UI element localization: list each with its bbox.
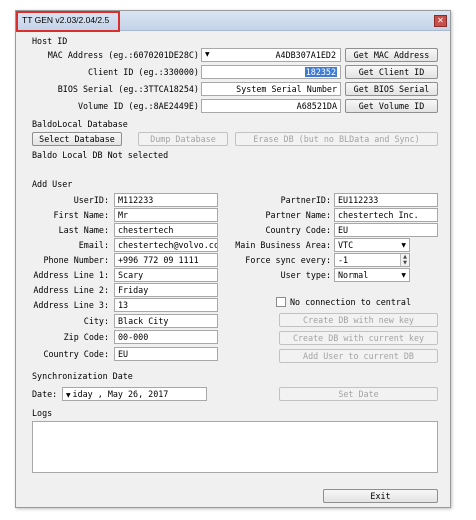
force-sync-field[interactable]: -1 ▲ ▼: [334, 253, 410, 267]
partnerid-label: PartnerID:: [280, 195, 331, 205]
userid-label: UserID:: [73, 195, 109, 205]
client-id-label: Client ID (eg.:330000):: [88, 67, 204, 77]
create-db-current-key-button[interactable]: Create DB with current key: [279, 331, 438, 345]
user-type-label: User type:: [280, 270, 331, 280]
main-business-area-label: Main Business Area:: [235, 240, 331, 250]
mac-address-value: A4DB307A1ED2: [275, 50, 336, 60]
get-volume-id-button[interactable]: Get Volume ID: [345, 99, 438, 113]
create-db-new-key-button[interactable]: Create DB with new key: [279, 313, 438, 327]
force-sync-value: -1: [338, 255, 349, 265]
address-line-2-field[interactable]: Friday: [114, 283, 218, 297]
partner-name-field[interactable]: chestertech Inc.: [334, 208, 438, 222]
partnerid-field[interactable]: EU112233: [334, 193, 438, 207]
get-mac-address-button[interactable]: Get MAC Address: [345, 48, 438, 62]
title-highlight-box: [16, 11, 120, 32]
first-name-field[interactable]: Mr: [114, 208, 218, 222]
date-label: Date:: [32, 389, 58, 399]
sync-section-title: Synchronization Date: [32, 371, 133, 381]
bios-serial-label: BIOS Serial (eg.:3TTCA18254):: [57, 84, 204, 94]
main-business-area-select[interactable]: VTC ▼: [334, 238, 410, 252]
mac-address-combo[interactable]: ▼ A4DB307A1ED2: [201, 48, 341, 62]
address-line-3-label: Address Line 3:: [33, 300, 109, 310]
last-name-field[interactable]: chestertech: [114, 223, 218, 237]
spin-arrows-icon[interactable]: ▲ ▼: [400, 254, 409, 266]
partner-name-label: Partner Name:: [265, 210, 331, 220]
first-name-label: First Name:: [53, 210, 109, 220]
no-connection-checkbox[interactable]: [276, 297, 286, 307]
volume-id-label: Volume ID (eg.:8AE2449E):: [77, 101, 204, 111]
client-id-field[interactable]: 182352: [201, 65, 341, 79]
chevron-down-icon: ▼: [401, 242, 406, 249]
baldo-status-text: Baldo Local DB Not selected: [32, 150, 169, 160]
chevron-down-icon: ▼: [401, 272, 406, 279]
phone-label: Phone Number:: [43, 255, 109, 265]
partner-country-code-label: Country Code:: [265, 225, 331, 235]
dump-database-button[interactable]: Dump Database: [138, 132, 228, 146]
partner-country-code-field[interactable]: EU: [334, 223, 438, 237]
user-type-select[interactable]: Normal ▼: [334, 268, 410, 282]
country-code-label: Country Code:: [43, 349, 109, 359]
mac-address-label: MAC Address (eg.:6070201DE28C):: [47, 50, 204, 60]
erase-db-button[interactable]: Erase DB (but no BLData and Sync): [235, 132, 438, 146]
volume-id-field[interactable]: A68521DA: [201, 99, 341, 113]
country-code-field[interactable]: EU: [114, 347, 218, 361]
zip-code-field[interactable]: 00-000: [114, 330, 218, 344]
close-icon[interactable]: ✕: [434, 15, 447, 27]
title-bar[interactable]: TT GEN v2.03/2.04/2.5 ✕: [16, 11, 450, 32]
city-label: City:: [83, 316, 109, 326]
last-name-label: Last Name:: [58, 225, 109, 235]
baldo-section-title: BaldoLocal Database: [32, 119, 128, 129]
force-sync-label: Force sync every:: [245, 255, 331, 265]
set-date-button[interactable]: Set Date: [279, 387, 438, 401]
address-line-2-label: Address Line 2:: [33, 285, 109, 295]
logs-textarea[interactable]: [32, 421, 438, 473]
address-line-3-field[interactable]: 13: [114, 298, 218, 312]
zip-code-label: Zip Code:: [63, 332, 109, 342]
host-id-section-title: Host ID: [32, 36, 68, 46]
date-value: iday , May 26, 2017: [72, 389, 169, 399]
email-field[interactable]: chestertech@volvo.cc: [114, 238, 218, 252]
userid-field[interactable]: M112233: [114, 193, 218, 207]
get-bios-serial-button[interactable]: Get BIOS Serial: [345, 82, 438, 96]
user-type-value: Normal: [338, 270, 369, 280]
bios-serial-field[interactable]: System Serial Number: [201, 82, 341, 96]
main-business-area-value: VTC: [338, 240, 354, 250]
combo-arrow-icon: ▼: [205, 51, 210, 58]
add-user-to-db-button[interactable]: Add User to current DB: [279, 349, 438, 363]
phone-field[interactable]: +996 772 09 1111: [114, 253, 218, 267]
add-user-section-title: Add User: [32, 179, 73, 189]
logs-section-title: Logs: [32, 408, 53, 418]
address-line-1-label: Address Line 1:: [33, 270, 109, 280]
no-connection-label: No connection to central: [290, 297, 412, 307]
get-client-id-button[interactable]: Get Client ID: [345, 65, 438, 79]
date-picker[interactable]: ▼ iday , May 26, 2017: [62, 387, 207, 401]
app-window: TT GEN v2.03/2.04/2.5 ✕ Host ID MAC Addr…: [15, 10, 451, 508]
select-database-button[interactable]: Select Database: [32, 132, 122, 146]
city-field[interactable]: Black City: [114, 314, 218, 328]
email-label: Email:: [78, 240, 109, 250]
client-id-value: 182352: [304, 67, 337, 77]
address-line-1-field[interactable]: Scary: [114, 268, 218, 282]
exit-button[interactable]: Exit: [323, 489, 438, 503]
